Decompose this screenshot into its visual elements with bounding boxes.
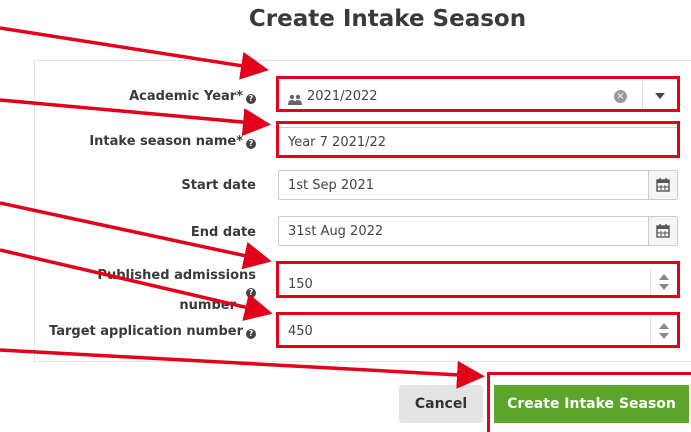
arrow-published-admissions: [0, 201, 272, 270]
arrow-target-application: [0, 248, 273, 321]
annotation-arrows: [0, 26, 485, 389]
arrow-academic-year: [0, 26, 269, 80]
arrow-create-button: [0, 348, 485, 389]
arrow-intake-name: [0, 98, 271, 137]
